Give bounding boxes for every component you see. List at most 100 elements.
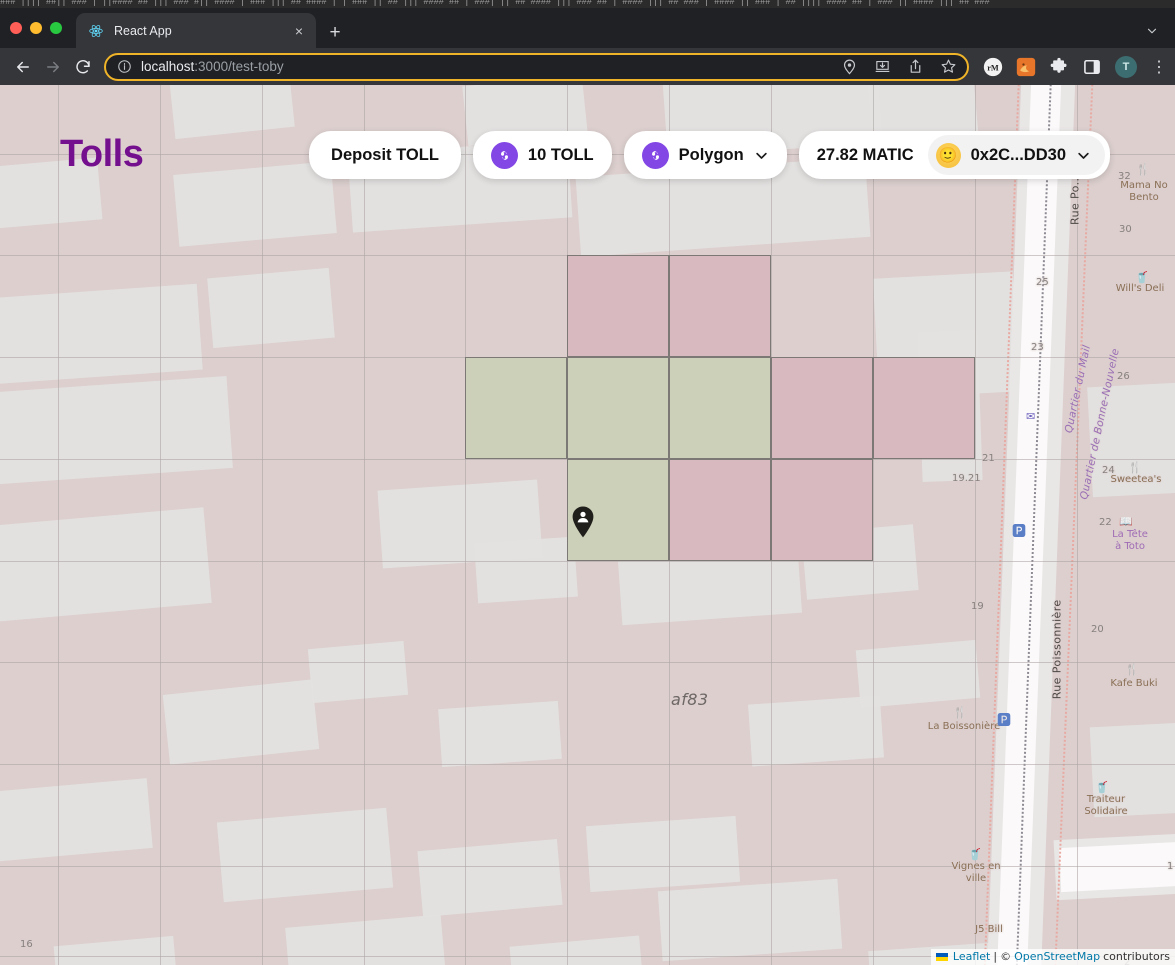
page-title: Tolls [60,133,144,175]
avatar: 🙂 [935,142,961,168]
leaflet-map[interactable]: af83 Le Merci Mama No Bento Will's Deli … [0,85,1175,965]
forward-button[interactable] [38,52,68,82]
svg-text:rM: rM [987,63,999,72]
ukraine-flag-icon [935,952,948,961]
toll-balance-pill[interactable]: 10 TOLL [472,131,612,179]
network-selector[interactable]: Polygon [623,131,787,179]
user-location-marker[interactable] [570,505,596,539]
address-bar[interactable]: localhost:3000/test-toby [104,52,969,81]
react-logo-icon [88,23,104,39]
site-info-icon[interactable] [117,59,132,74]
openstreetmap-link[interactable]: OpenStreetMap [1014,950,1100,963]
toll-cell[interactable] [669,357,771,459]
browser-chrome: React App × + localhost:3000/test-toby r… [0,8,1175,85]
browser-toolbar: localhost:3000/test-toby rM T ⋮ [0,48,1175,85]
restaurant-icon: 🍴 [1136,164,1150,176]
cafe-icon: 🥤 [1135,272,1149,284]
poi-vignes-en-ville: Vignes en ville [951,861,1001,884]
account-pill[interactable]: 27.82 MATIC 🙂 0x2C...DD30 [798,131,1110,179]
metamask-extension-icon[interactable]: rM [983,57,1003,77]
polygon-network-icon [641,141,669,169]
toll-balance-amount: 10 TOLL [527,145,594,164]
browser-tab[interactable]: React App × [76,13,316,48]
firefox-extension-icon[interactable] [1016,57,1036,77]
deposit-toll-button[interactable]: Deposit TOLL [309,131,461,179]
back-button[interactable] [8,52,38,82]
house-number: 30 [1119,224,1132,235]
chevron-down-icon[interactable] [754,148,769,163]
app-toolbar: Deposit TOLL 10 TOLL Polygon 27.82 MATIC… [309,131,1110,179]
parking-icon: 🅿 [1012,523,1026,539]
contributors-text: contributors [1103,950,1170,963]
toll-cell[interactable] [567,255,669,357]
post-box-icon: ✉ [1026,411,1036,423]
toll-cell[interactable] [771,459,873,561]
url-host: localhost [141,59,195,74]
profile-avatar[interactable]: T [1115,55,1137,78]
extensions-puzzle-icon[interactable] [1049,57,1069,77]
tab-search-chevron-down-icon[interactable] [1141,20,1163,42]
poi-mama-no-bento: Mama No Bento [1120,180,1168,203]
toll-cell[interactable] [669,459,771,561]
restaurant-icon: 🍴 [953,707,967,719]
house-number: 21 [982,453,995,464]
reload-button[interactable] [68,52,98,82]
window-traffic-lights[interactable] [10,22,62,34]
parking-icon: 🅿 [997,712,1011,728]
bookmark-star-icon[interactable] [940,58,957,75]
toll-cell[interactable] [873,357,975,459]
cell-value-19-21: 19.21 [952,473,981,484]
house-number: 23 [1031,342,1044,353]
minimize-window-button[interactable] [30,22,42,34]
toll-cell[interactable] [465,357,567,459]
close-window-button[interactable] [10,22,22,34]
house-number: 1 [1167,861,1174,872]
attribution-separator: | [993,950,998,963]
toll-cell[interactable] [771,357,873,459]
street-rue-po: Rue Po... [1068,173,1082,225]
toll-cell[interactable] [669,255,771,357]
house-number: 22 [1099,517,1112,528]
location-pin-icon[interactable] [841,58,858,75]
background-window-strip: ### |||| ##|| ### | ||#### ## ||| ### #|… [0,0,1175,8]
chevron-down-icon[interactable] [1076,148,1091,163]
zoom-window-button[interactable] [50,22,62,34]
cafe-icon: 🥤 [968,849,982,861]
url-text[interactable]: localhost:3000/test-toby [141,59,284,74]
install-app-icon[interactable] [874,58,891,75]
street-rue-poissonniere: Rue Poissonnière [1050,599,1064,700]
house-number: 24 [1102,465,1115,476]
extension-icons: rM T ⋮ [983,55,1168,78]
poi-traiteur-solidaire: Traiteur Solidaire [1084,794,1128,817]
account-address: 0x2C...DD30 [970,145,1066,164]
tab-strip: React App × + [0,8,1175,48]
poi-la-tete-a-toto: La Tête à Toto [1112,529,1148,552]
poi-wills-deli: Will's Deli [1115,283,1165,294]
copyright-symbol: © [1000,950,1012,963]
toll-cell[interactable] [567,357,669,459]
poi-kafe-buki: Kafe Buki [1110,678,1158,689]
house-number: 32 [1118,171,1131,182]
account-address-chip[interactable]: 🙂 0x2C...DD30 [927,135,1105,175]
share-icon[interactable] [907,58,924,75]
background-window-text: ### |||| ##|| ### | ||#### ## ||| ### #|… [0,0,990,7]
house-number: 20 [1091,624,1104,635]
tab-title: React App [114,23,172,38]
restaurant-icon: 🍴 [1125,664,1139,676]
url-path: :3000/test-toby [194,59,284,74]
omnibox-actions [841,58,957,75]
close-tab-icon[interactable]: × [290,22,308,40]
browser-menu-button[interactable]: ⋮ [1150,57,1168,77]
new-tab-button[interactable]: + [323,20,347,44]
side-panel-icon[interactable] [1082,57,1102,77]
book-shop-icon: 📖 [1119,516,1133,528]
leaflet-link[interactable]: Leaflet [953,950,990,963]
house-number: 25 [1036,277,1049,288]
leaflet-attribution[interactable]: Leaflet | © OpenStreetMap contributors [930,949,1175,965]
zone-label-af83: af83 [671,690,709,709]
cafe-icon: 🥤 [1095,782,1109,794]
network-name: Polygon [678,145,744,164]
house-number: 19 [971,601,984,612]
house-number: 26 [1117,371,1130,382]
native-balance: 27.82 MATIC [816,145,914,164]
